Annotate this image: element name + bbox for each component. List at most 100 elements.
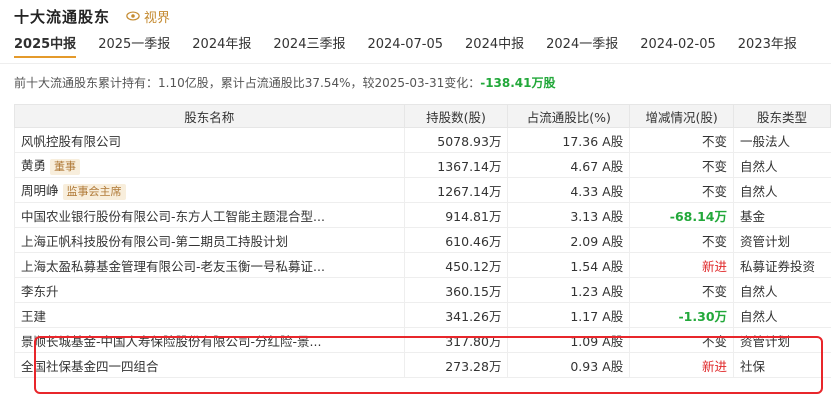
change-cell: 不变 — [629, 177, 734, 203]
table-row[interactable]: 风帆控股有限公司 5078.93万 17.36 A股 不变 一般法人 — [14, 127, 831, 153]
shareholder-name: 景顺长城基金-中国人寿保险股份有限公司-分红险-景... — [14, 327, 405, 353]
change-cell: 不变 — [629, 152, 734, 178]
type-cell: 基金 — [733, 202, 831, 228]
shareholder-name-text[interactable]: 周明峥 — [21, 183, 59, 198]
change-cell: 新进 — [629, 252, 734, 278]
shares-cell-text: 450.12万 — [445, 258, 502, 274]
shareholder-name-text[interactable]: 景顺长城基金-中国人寿保险股份有限公司-分红险-景... — [21, 334, 321, 349]
shareholder-name-text[interactable]: 上海太盈私募基金管理有限公司-老友玉衡一号私募证... — [21, 259, 325, 274]
change-cell: 不变 — [629, 227, 734, 253]
change-cell: 不变 — [629, 327, 734, 353]
shares-cell-text: 360.15万 — [445, 283, 502, 299]
type-cell: 自然人 — [733, 177, 831, 203]
table-row[interactable]: 上海太盈私募基金管理有限公司-老友玉衡一号私募证... 450.12万 1.54 A… — [14, 252, 831, 278]
shareholder-name-text[interactable]: 李东升 — [21, 284, 59, 299]
section-title: 十大流通股东 — [14, 7, 111, 26]
shareholder-name: 黄勇 董事 — [14, 152, 405, 178]
tab-2024-interim[interactable]: 2024中报 — [465, 34, 524, 58]
shareholder-name-text[interactable]: 王建 — [21, 309, 46, 324]
shares-cell-text: 273.28万 — [445, 358, 502, 374]
ratio-cell-text: 1.09 A股 — [570, 333, 624, 349]
tab-2024-07-05[interactable]: 2024-07-05 — [367, 34, 443, 58]
summary-change: -138.41万股 — [480, 76, 556, 90]
header: 十大流通股东 视界 — [14, 4, 170, 28]
type-cell-text: 自然人 — [740, 283, 778, 299]
table-row[interactable]: 景顺长城基金-中国人寿保险股份有限公司-分红险-景... 317.80万 1.09 … — [14, 327, 831, 353]
ratio-cell: 4.67 A股 — [507, 152, 630, 178]
change-cell-text: 不变 — [702, 133, 728, 149]
change-cell: 不变 — [629, 127, 734, 153]
table-row[interactable]: 中国农业银行股份有限公司-东方人工智能主题混合型... 914.81万 3.13 A… — [14, 202, 831, 228]
ratio-cell: 3.13 A股 — [507, 202, 630, 228]
type-cell-text: 基金 — [740, 208, 766, 224]
table-row[interactable]: 李东升 360.15万 1.23 A股 不变 自然人 — [14, 277, 831, 303]
shares-cell-text: 341.26万 — [445, 308, 502, 324]
ratio-cell-text: 17.36 A股 — [562, 133, 624, 149]
shareholder-name-text[interactable]: 上海正帆科技股份有限公司-第二期员工持股计划 — [21, 234, 288, 249]
shares-cell: 341.26万 — [403, 302, 508, 328]
ratio-cell-text: 1.54 A股 — [570, 258, 624, 274]
tab-2024-02-05[interactable]: 2024-02-05 — [640, 34, 716, 58]
type-cell: 私募证券投资 — [733, 252, 831, 278]
table-row[interactable]: 上海正帆科技股份有限公司-第二期员工持股计划 610.46万 2.09 A股 不变 资管… — [14, 227, 831, 253]
table-row[interactable]: 全国社保基金四一四组合 273.28万 0.93 A股 新进 社保 — [14, 352, 831, 378]
tab-2024-q1[interactable]: 2024一季报 — [546, 34, 618, 58]
shareholder-name-text[interactable]: 黄勇 — [21, 158, 46, 173]
ratio-cell-text: 1.23 A股 — [570, 283, 624, 299]
shareholder-name: 王建 — [14, 302, 405, 328]
type-cell-text: 社保 — [740, 358, 766, 374]
type-cell-text: 资管计划 — [740, 233, 791, 249]
ratio-cell: 1.17 A股 — [507, 302, 630, 328]
shareholder-name: 上海太盈私募基金管理有限公司-老友玉衡一号私募证... — [14, 252, 405, 278]
type-cell: 资管计划 — [733, 227, 831, 253]
shares-cell: 914.81万 — [403, 202, 508, 228]
view-link[interactable]: 视界 — [126, 7, 170, 26]
type-cell-text: 一般法人 — [740, 133, 791, 149]
change-cell-text: 不变 — [702, 183, 728, 199]
ratio-cell-text: 0.93 A股 — [570, 358, 624, 374]
tab-2023-annual[interactable]: 2023年报 — [738, 34, 797, 58]
change-cell-text: 新进 — [702, 358, 728, 374]
shares-cell: 1267.14万 — [403, 177, 508, 203]
ratio-cell: 4.33 A股 — [507, 177, 630, 203]
type-cell-text: 自然人 — [740, 183, 778, 199]
eye-icon — [126, 11, 140, 21]
change-cell-text: 新进 — [702, 258, 728, 274]
ratio-cell: 17.36 A股 — [507, 127, 630, 153]
shareholder-name: 中国农业银行股份有限公司-东方人工智能主题混合型... — [14, 202, 405, 228]
shares-cell: 1367.14万 — [403, 152, 508, 178]
ratio-cell-text: 1.17 A股 — [570, 308, 624, 324]
tab-2024-annual[interactable]: 2024年报 — [192, 34, 251, 58]
change-cell-text: 不变 — [702, 283, 728, 299]
shareholder-name-text[interactable]: 风帆控股有限公司 — [21, 134, 121, 149]
change-cell: 不变 — [629, 277, 734, 303]
shareholder-name-text[interactable]: 中国农业银行股份有限公司-东方人工智能主题混合型... — [21, 209, 325, 224]
type-cell: 一般法人 — [733, 127, 831, 153]
type-cell: 自然人 — [733, 302, 831, 328]
shares-cell-text: 5078.93万 — [437, 133, 502, 149]
col-header-ratio: 占流通股比(%) — [507, 104, 631, 128]
change-cell-text: -1.30万 — [678, 308, 728, 324]
tab-2025-interim[interactable]: 2025中报 — [14, 34, 77, 58]
type-cell-text: 自然人 — [740, 158, 778, 174]
type-cell: 资管计划 — [733, 327, 831, 353]
ratio-cell: 2.09 A股 — [507, 227, 630, 253]
table-row[interactable]: 王建 341.26万 1.17 A股 -1.30万 自然人 — [14, 302, 831, 328]
shareholders-table: 股东名称 持股数(股) 占流通股比(%) 增减情况(股) 股东类型 风帆控股有限… — [14, 104, 831, 378]
col-header-shares: 持股数(股) — [403, 104, 509, 128]
shares-cell-text: 1367.14万 — [437, 158, 502, 174]
ratio-cell: 1.09 A股 — [507, 327, 630, 353]
table-row[interactable]: 黄勇 董事 1367.14万 4.67 A股 不变 自然人 — [14, 152, 831, 178]
tab-2025-q1[interactable]: 2025一季报 — [98, 34, 170, 58]
shareholder-name-text[interactable]: 全国社保基金四一四组合 — [21, 359, 159, 374]
type-cell-text: 私募证券投资 — [740, 258, 816, 274]
change-cell-text: 不变 — [702, 158, 728, 174]
table-row[interactable]: 周明峥 监事会主席 1267.14万 4.33 A股 不变 自然人 — [14, 177, 831, 203]
table-header-row: 股东名称 持股数(股) 占流通股比(%) 增减情况(股) 股东类型 — [14, 104, 831, 128]
type-cell: 自然人 — [733, 152, 831, 178]
tab-2024-q3[interactable]: 2024三季报 — [273, 34, 345, 58]
change-cell: 新进 — [629, 352, 734, 378]
shares-cell: 317.80万 — [403, 327, 508, 353]
change-cell: -1.30万 — [629, 302, 734, 328]
ratio-cell: 1.23 A股 — [507, 277, 630, 303]
